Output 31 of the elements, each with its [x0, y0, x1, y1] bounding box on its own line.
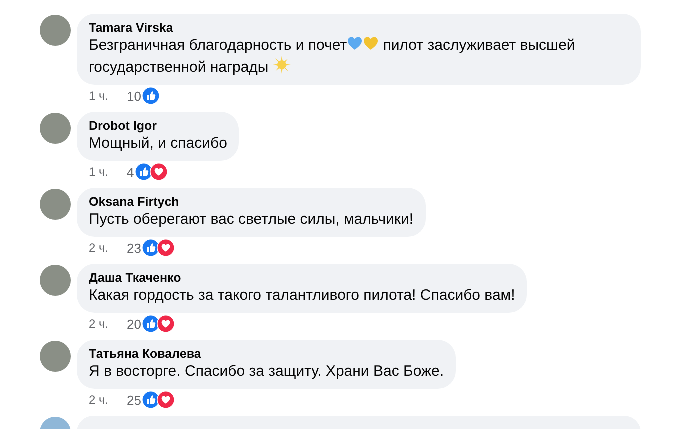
avatar-placeholder	[40, 189, 71, 220]
author-name[interactable]: Drobot Igor	[89, 118, 228, 134]
comment-text: Пусть оберегают вас светлые силы, мальчики!	[89, 210, 414, 230]
comment-text: Какая гордость за такого талантливого пилота! Спасибо вам!	[89, 286, 516, 306]
heart-reaction-icon	[157, 391, 176, 409]
author-name[interactable]: Tamara Virska	[89, 20, 629, 36]
comment-time[interactable]: 2 ч.	[89, 317, 127, 331]
reaction-count: 20	[127, 316, 142, 332]
comment-time[interactable]: 2 ч.	[89, 241, 127, 255]
reaction-count: 10	[127, 88, 142, 104]
heart-reaction-icon	[157, 315, 176, 333]
author-name[interactable]: Даша Ткаченко	[89, 270, 516, 286]
author-name[interactable]: Oksana Firtych	[89, 194, 414, 210]
avatar-placeholder	[40, 341, 71, 372]
avatar-placeholder	[40, 113, 71, 144]
comment-text: Мощный, и спасибо	[89, 134, 228, 154]
heart-reaction-icon	[150, 163, 168, 181]
comment-text: Я в восторге. Спасибо за защиту. Храни Вас Боже.	[89, 362, 444, 382]
star-icon	[272, 56, 291, 74]
reaction-count: 25	[127, 392, 142, 408]
comment-time[interactable]: 2 ч.	[89, 393, 127, 407]
comment-time[interactable]: 1 ч.	[89, 165, 127, 179]
like-icon	[142, 87, 160, 105]
comment-time[interactable]: 1 ч.	[89, 89, 127, 103]
author-name[interactable]: Татьяна Ковалева	[89, 346, 444, 362]
heart-reaction-icon	[157, 239, 176, 257]
reaction-count: 23	[127, 240, 142, 256]
comment-text: Безграничная благодарность и почет пилот заслуживает высшей государственной награды	[89, 36, 576, 78]
avatar-placeholder	[40, 265, 71, 296]
reaction-count: 4	[127, 164, 134, 180]
avatar-placeholder	[40, 15, 71, 46]
